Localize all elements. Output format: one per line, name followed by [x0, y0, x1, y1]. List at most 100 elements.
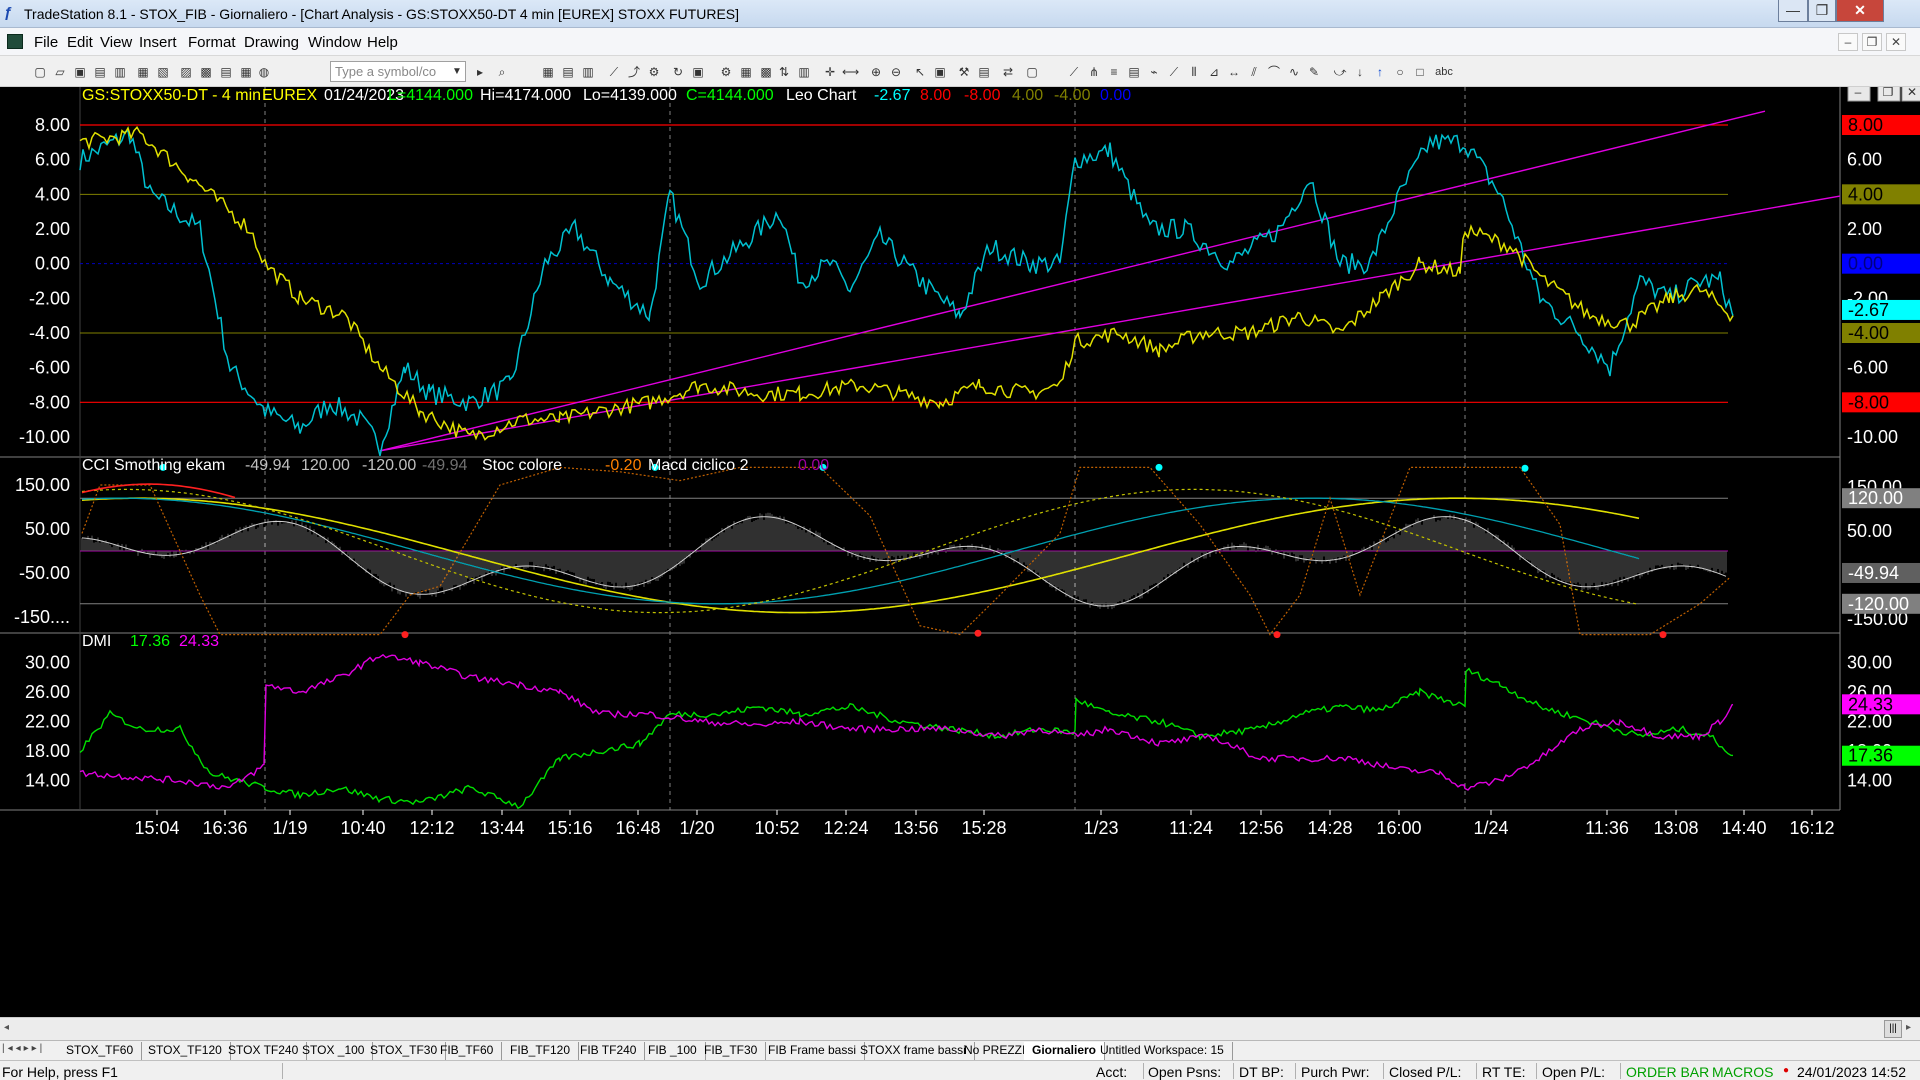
sheet-tab-fib-frame-bassi[interactable]: FIB Frame bassi: [760, 1042, 866, 1060]
scroll-left-icon[interactable]: ◂: [4, 1022, 9, 1033]
menu-file[interactable]: File: [34, 34, 58, 51]
pen-icon[interactable]: ✎: [1306, 64, 1322, 80]
symbol-dropdown-icon[interactable]: ▼: [452, 66, 462, 77]
channel-icon[interactable]: ▤: [1126, 64, 1142, 80]
status-order-bar[interactable]: ORDER BAR: [1626, 1064, 1709, 1080]
sheet-tab-fib-tf120[interactable]: FIB_TF120: [502, 1042, 580, 1060]
sheet-tab-fib-tf240[interactable]: FIB TF240: [572, 1042, 646, 1060]
gann-fan-icon[interactable]: ⌁: [1146, 64, 1162, 80]
ellipse-icon[interactable]: ○: [1392, 64, 1408, 80]
layout-icon[interactable]: ▦: [738, 64, 754, 80]
mdi-minimize-icon[interactable]: –: [1838, 33, 1858, 51]
sheet-tab-fib-tf30[interactable]: FIB_TF30: [696, 1042, 767, 1060]
menu-view[interactable]: View: [100, 34, 132, 51]
calendar-icon[interactable]: ▩: [758, 64, 774, 80]
menu-drawing[interactable]: Drawing: [244, 34, 299, 51]
macd-value: 0.00: [798, 457, 829, 474]
sheet-tab-stox-tf120[interactable]: STOX_TF120: [140, 1042, 231, 1060]
window-icon[interactable]: ▨: [178, 64, 194, 80]
zoom-in-icon[interactable]: ✛: [822, 64, 838, 80]
sheet-tab-no-prezzi[interactable]: No PREZZI: [956, 1042, 1035, 1060]
print-preview-icon[interactable]: ▦: [135, 64, 151, 80]
refresh-icon[interactable]: ↻: [670, 64, 686, 80]
wave-icon[interactable]: ∿: [1286, 64, 1302, 80]
horizontal-lines-icon[interactable]: ≡: [1106, 64, 1122, 80]
chart-area[interactable]: GS:STOXX50-DT - 4 min EUREX 01/24/2023 L=41…: [0, 87, 1920, 1017]
cycle-lines-icon[interactable]: ⦀: [1186, 64, 1202, 80]
export-icon[interactable]: ⇄: [1000, 64, 1016, 80]
minimize-button[interactable]: —: [1778, 0, 1808, 22]
save-all-icon[interactable]: ▤: [92, 64, 108, 80]
go-arrow-icon[interactable]: ▸: [472, 64, 488, 80]
menu-insert[interactable]: Insert: [139, 34, 177, 51]
folder-icon[interactable]: ▥: [112, 64, 128, 80]
symbol-input[interactable]: Type a symbol/co: [330, 61, 466, 82]
symbol-lookup-icon[interactable]: ⌕: [494, 64, 510, 80]
bars-icon[interactable]: ▥: [796, 64, 812, 80]
menu-help[interactable]: Help: [367, 34, 398, 51]
magnifier-plus-icon[interactable]: ⊕: [868, 64, 884, 80]
right-value-badge-text: 0.00: [1848, 254, 1883, 274]
data-icon[interactable]: ▣: [690, 64, 706, 80]
camera-icon[interactable]: ▤: [976, 64, 992, 80]
print-icon[interactable]: ▧: [155, 64, 171, 80]
arrow-down-icon[interactable]: ↓: [1352, 64, 1368, 80]
sheet-tab-untitled-workspace-15[interactable]: Untitled Workspace: 15: [1092, 1042, 1233, 1060]
grid-icon[interactable]: ▦: [238, 64, 254, 80]
mdi-restore-icon[interactable]: ❐: [1862, 33, 1882, 51]
menu-window[interactable]: Window: [308, 34, 361, 51]
menu-format[interactable]: Format: [188, 34, 236, 51]
format-icon[interactable]: ▦: [540, 64, 556, 80]
indicator-icon[interactable]: ⤴: [626, 64, 642, 80]
new-icon[interactable]: ▢: [32, 64, 48, 80]
menu-edit[interactable]: Edit: [67, 34, 93, 51]
time-axis-label: 14:40: [1721, 818, 1766, 838]
time-axis-label: 12:56: [1238, 818, 1283, 838]
strategy-icon[interactable]: ⚙: [646, 64, 662, 80]
status-dt-bp: DT BP:: [1239, 1064, 1284, 1080]
tile-icon[interactable]: ▩: [198, 64, 214, 80]
text-icon[interactable]: abc: [1432, 64, 1456, 80]
macd-title: Macd ciclico 2: [648, 457, 749, 474]
scroll-right-icon[interactable]: ▸: [1906, 1022, 1911, 1033]
cascade-icon[interactable]: ▤: [218, 64, 234, 80]
save-icon[interactable]: ▣: [72, 64, 88, 80]
signal-icon[interactable]: ⇅: [776, 64, 792, 80]
mdi-close-icon[interactable]: ✕: [1886, 33, 1906, 51]
chart-canvas[interactable]: GS:STOXX50-DT - 4 min EUREX 01/24/2023L=41…: [0, 87, 1920, 1017]
andrews-pitchfork-icon[interactable]: ⋔: [1086, 64, 1102, 80]
dmi-value-minus: 24.33: [179, 633, 219, 650]
magnifier-minus-icon[interactable]: ⊖: [888, 64, 904, 80]
open-icon[interactable]: ▱: [52, 64, 68, 80]
chart-type-icon[interactable]: ⟋: [606, 64, 622, 80]
chart-window-icon[interactable]: [7, 34, 23, 49]
drag-icon[interactable]: ▣: [932, 64, 948, 80]
bar-chart-icon[interactable]: ▥: [580, 64, 596, 80]
parallel-lines-icon[interactable]: ⫽: [1246, 64, 1262, 80]
hammer-icon[interactable]: ⚒: [956, 64, 972, 80]
speed-lines-icon[interactable]: ⟋: [1166, 64, 1182, 80]
tab-scroll-icon[interactable]: |◂◂▸▸|: [2, 1043, 45, 1054]
disabled-icon[interactable]: ▢: [1024, 64, 1040, 80]
range-icon[interactable]: ↔: [1226, 64, 1242, 80]
scroll-thumb[interactable]: |||: [1884, 1020, 1902, 1038]
close-button[interactable]: ✕: [1836, 0, 1884, 22]
status-macros[interactable]: MACROS: [1712, 1064, 1773, 1080]
maximize-button[interactable]: ❐: [1808, 0, 1836, 22]
fibonacci-icon[interactable]: ⊿: [1206, 64, 1222, 80]
arc-icon[interactable]: ⌒: [1266, 64, 1282, 80]
zoom-out-icon[interactable]: ⟷: [842, 64, 859, 80]
freehand-icon[interactable]: ⤻: [1332, 64, 1348, 80]
pointer-icon[interactable]: ↖: [912, 64, 928, 80]
tools-icon[interactable]: ⚙: [718, 64, 734, 80]
status-rt-te: RT TE:: [1482, 1064, 1526, 1080]
globe-icon[interactable]: ◍: [256, 64, 272, 80]
rectangle-icon[interactable]: □: [1412, 64, 1428, 80]
trendline-icon[interactable]: ⟋: [1066, 64, 1082, 80]
arrow-up-icon[interactable]: ↑: [1372, 64, 1388, 80]
price-header-value: L=4144.000: [388, 87, 473, 104]
sheet-tab-stox-tf60[interactable]: STOX_TF60: [58, 1042, 143, 1060]
sheet-tab-fib-tf60[interactable]: FIB_TF60: [432, 1042, 503, 1060]
insert-window-icon[interactable]: ▤: [560, 64, 576, 80]
horizontal-scrollbar[interactable]: ◂ ||| ▸: [0, 1017, 1920, 1040]
